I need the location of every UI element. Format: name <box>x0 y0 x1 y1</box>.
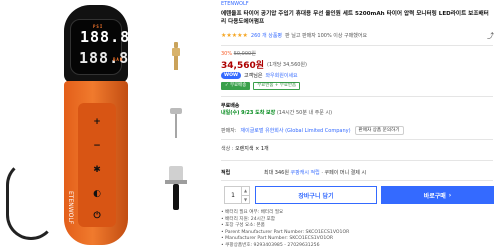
plus-icon: + <box>93 117 101 127</box>
divider <box>221 139 493 140</box>
power-icon: ⏻ <box>93 211 101 221</box>
reward-amount: 최대 346원 <box>264 170 289 176</box>
review-count-link[interactable]: 260 개 상품평 <box>251 32 282 39</box>
list-item: Manufacturer Part Number: SKCO1ECS1VO1OR <box>221 236 349 243</box>
original-price: 50,000원 <box>233 51 256 57</box>
list-item: 쿠팡상품번호: 9293403985 - 27029631256 <box>221 243 349 250</box>
delivery-badges: ✓ 무료배송 무료반품 + 무료반품 <box>221 82 301 90</box>
reward-condition: · 쿠페이 머니 결제 시 <box>321 170 367 176</box>
display-top-value: 188.8 <box>80 28 131 46</box>
option-key: 색상 : <box>221 146 234 152</box>
light-icon: ◐ <box>93 189 101 199</box>
divider <box>221 160 493 161</box>
divider <box>221 96 493 97</box>
mode-icon: ✱ <box>93 165 101 175</box>
discount-percent: 30% <box>221 51 233 57</box>
free-return-badge: 무료반품 + 무료반품 <box>253 82 301 90</box>
brand-link[interactable]: ETENWOLF <box>221 1 249 7</box>
ask-seller-button[interactable]: 판매자 상품 문의하기 <box>354 126 404 135</box>
delivery-cutoff: (14시간 50분 내 주문 시) <box>276 110 333 116</box>
pump-head: PSI 188.8 188.8 BAR <box>64 5 129 83</box>
buy-now-button[interactable]: 바로구매 › <box>381 186 494 204</box>
price-row: 34,560원 (1개당 34,560원) <box>221 58 307 71</box>
pump-logo: ETENWOLF <box>67 191 74 225</box>
chevron-right-icon: › <box>448 191 452 199</box>
air-pump-image: PSI 188.8 188.8 BAR ETENWOLF + − ✱ ◐ ⏻ <box>64 5 129 245</box>
divider <box>221 45 493 46</box>
option-value: 오렌지색 × 1개 <box>235 146 269 152</box>
divider <box>221 180 493 181</box>
valve-connector-image <box>165 166 187 210</box>
product-detail-panel: ETENWOLF 에텐울프 타이어 공기압 주입기 휴대용 무선 올인원 세트 … <box>221 0 500 252</box>
free-shipping-badge: ✓ 무료배송 <box>221 82 251 90</box>
spec-list: 배터리 필요 여부: 배터리 필요 배터리 지원: 24시간 포함 포장 구성 … <box>221 210 349 249</box>
wow-badge: WOW <box>221 72 242 79</box>
unit-price: (1개당 34,560원) <box>267 62 307 68</box>
quantity-steps: ▲ ▼ <box>241 187 249 203</box>
seller-row: 판매자: 재이글로벌 유한회사 (Global Limited Company)… <box>221 126 404 135</box>
discount-row: 30% 50,000원 <box>221 50 256 57</box>
share-icon[interactable]: ⤴ <box>487 31 494 41</box>
wow-row: WOW 고객님은 와우회원이세요 <box>221 72 298 79</box>
minus-icon: − <box>93 141 101 151</box>
quantity-stepper[interactable]: 1 ▲ ▼ <box>224 186 250 204</box>
seller-name-link[interactable]: 재이글로벌 유한회사 (Global Limited Company) <box>241 127 351 134</box>
add-to-cart-button[interactable]: 장바구니 담기 <box>255 186 377 204</box>
pump-control-panel: + − ✱ ◐ ⏻ <box>78 103 116 227</box>
coupang-cash-link[interactable]: 쿠팡캐시 적립 <box>291 170 320 176</box>
product-title: 에텐울프 타이어 공기압 주입기 휴대용 무선 올인원 세트 5200mAh 타… <box>221 11 489 25</box>
delivery-date-highlight: 내일(수) 9/23 도착 보장 <box>221 110 276 116</box>
presta-nozzle-image <box>172 42 180 72</box>
product-image[interactable]: PSI 188.8 188.8 BAR ETENWOLF + − ✱ ◐ ⏻ <box>0 0 210 252</box>
reward-label: 적립 <box>221 170 231 176</box>
delivery-date: 내일(수) 9/23 도착 보장 (14시간 50분 내 주문 시) <box>221 109 332 116</box>
chevron-up-icon[interactable]: ▲ <box>242 187 249 195</box>
wow-text: 고객님은 <box>244 73 263 79</box>
chevron-down-icon[interactable]: ▼ <box>242 194 249 204</box>
quantity-value[interactable]: 1 <box>225 187 241 203</box>
buy-now-label: 바로구매 <box>423 192 446 200</box>
seller-key: 판매자: <box>221 128 237 134</box>
seller-badge-text: 판 닐고 판매자 100% 이상 구매했어요 <box>285 33 368 39</box>
hose <box>6 160 56 240</box>
needle-nozzle-image <box>170 108 182 140</box>
display-unit-bottom: BAR <box>113 57 124 62</box>
pump-body: ETENWOLF + − ✱ ◐ ⏻ <box>64 81 128 245</box>
option-row: 색상 : 오렌지색 × 1개 <box>221 145 269 152</box>
rating-stars: ★★★★★ <box>221 32 248 39</box>
pump-display: PSI 188.8 188.8 BAR <box>70 19 129 75</box>
rating-row: ★★★★★ 260 개 상품평 판 닐고 판매자 100% 이상 구매했어요 <box>221 32 367 39</box>
sale-price: 34,560원 <box>221 61 265 71</box>
shipping-label: 무료배송 <box>221 103 240 109</box>
reward-text: 최대 346원 쿠팡캐시 적립 · 쿠페이 머니 결제 시 <box>264 169 366 176</box>
wow-member-link[interactable]: 와우회원이세요 <box>265 72 297 79</box>
